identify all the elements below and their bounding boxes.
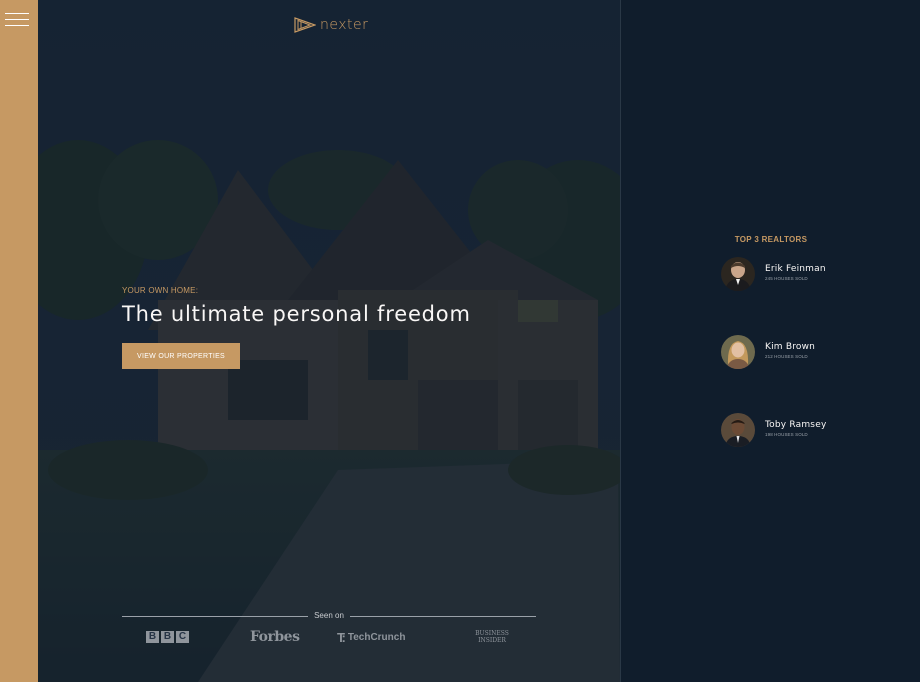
realtor-houses-sold: 245 HOUSES SOLD bbox=[765, 276, 808, 281]
menu-line bbox=[5, 19, 29, 20]
business-insider-logo: BUSINESS INSIDER bbox=[474, 628, 510, 646]
hero-headline: The ultimate personal freedom bbox=[122, 302, 471, 326]
realtors-title: TOP 3 REALTORS bbox=[734, 235, 808, 244]
forbes-logo: Forbes bbox=[250, 629, 300, 645]
realtor-name: Toby Ramsey bbox=[765, 420, 827, 430]
realtor-card[interactable]: Toby Ramsey 198 HOUSES SOLD bbox=[721, 413, 901, 449]
play-triangle-logo-icon bbox=[294, 17, 316, 33]
realtor-houses-sold: 198 HOUSES SOLD bbox=[765, 432, 808, 437]
brand-logo[interactable]: nexter bbox=[294, 17, 368, 33]
avatar bbox=[721, 257, 755, 291]
hamburger-menu-icon[interactable] bbox=[5, 12, 31, 30]
divider-line-right bbox=[350, 616, 536, 617]
menu-line bbox=[5, 25, 29, 26]
techcrunch-mark-icon: T: bbox=[337, 629, 346, 645]
realtor-card[interactable]: Erik Feinman 245 HOUSES SOLD bbox=[721, 257, 901, 293]
logo-text: nexter bbox=[320, 17, 369, 33]
menu-line bbox=[5, 13, 29, 14]
realtor-name: Erik Feinman bbox=[765, 264, 826, 274]
business-insider-logo-text: BUSINESS INSIDER bbox=[475, 630, 509, 644]
techcrunch-logo: T: TechCrunch bbox=[337, 628, 405, 646]
realtor-houses-sold: 212 HOUSES SOLD bbox=[765, 354, 808, 359]
hero-overlay bbox=[38, 0, 620, 682]
hero-section: nexter YOUR OWN HOME: The ultimate perso… bbox=[38, 0, 620, 682]
techcrunch-logo-text: TechCrunch bbox=[347, 631, 406, 643]
realtors-panel: TOP 3 REALTORS Erik Feinman 245 HOUSES S… bbox=[620, 0, 920, 682]
hero-eyebrow: YOUR OWN HOME: bbox=[122, 286, 199, 295]
sidebar bbox=[0, 0, 38, 682]
press-logos: BBC Forbes T: TechCrunch BUSINESS INSIDE… bbox=[122, 628, 536, 646]
view-properties-button[interactable]: VIEW OUR PROPERTIES bbox=[122, 343, 240, 369]
realtor-card[interactable]: Kim Brown 212 HOUSES SOLD bbox=[721, 335, 901, 371]
seen-on-divider: Seen on bbox=[122, 610, 536, 624]
avatar bbox=[721, 335, 755, 369]
bbc-logo: BBC bbox=[146, 628, 191, 646]
realtor-name: Kim Brown bbox=[765, 342, 816, 352]
avatar bbox=[721, 413, 755, 447]
